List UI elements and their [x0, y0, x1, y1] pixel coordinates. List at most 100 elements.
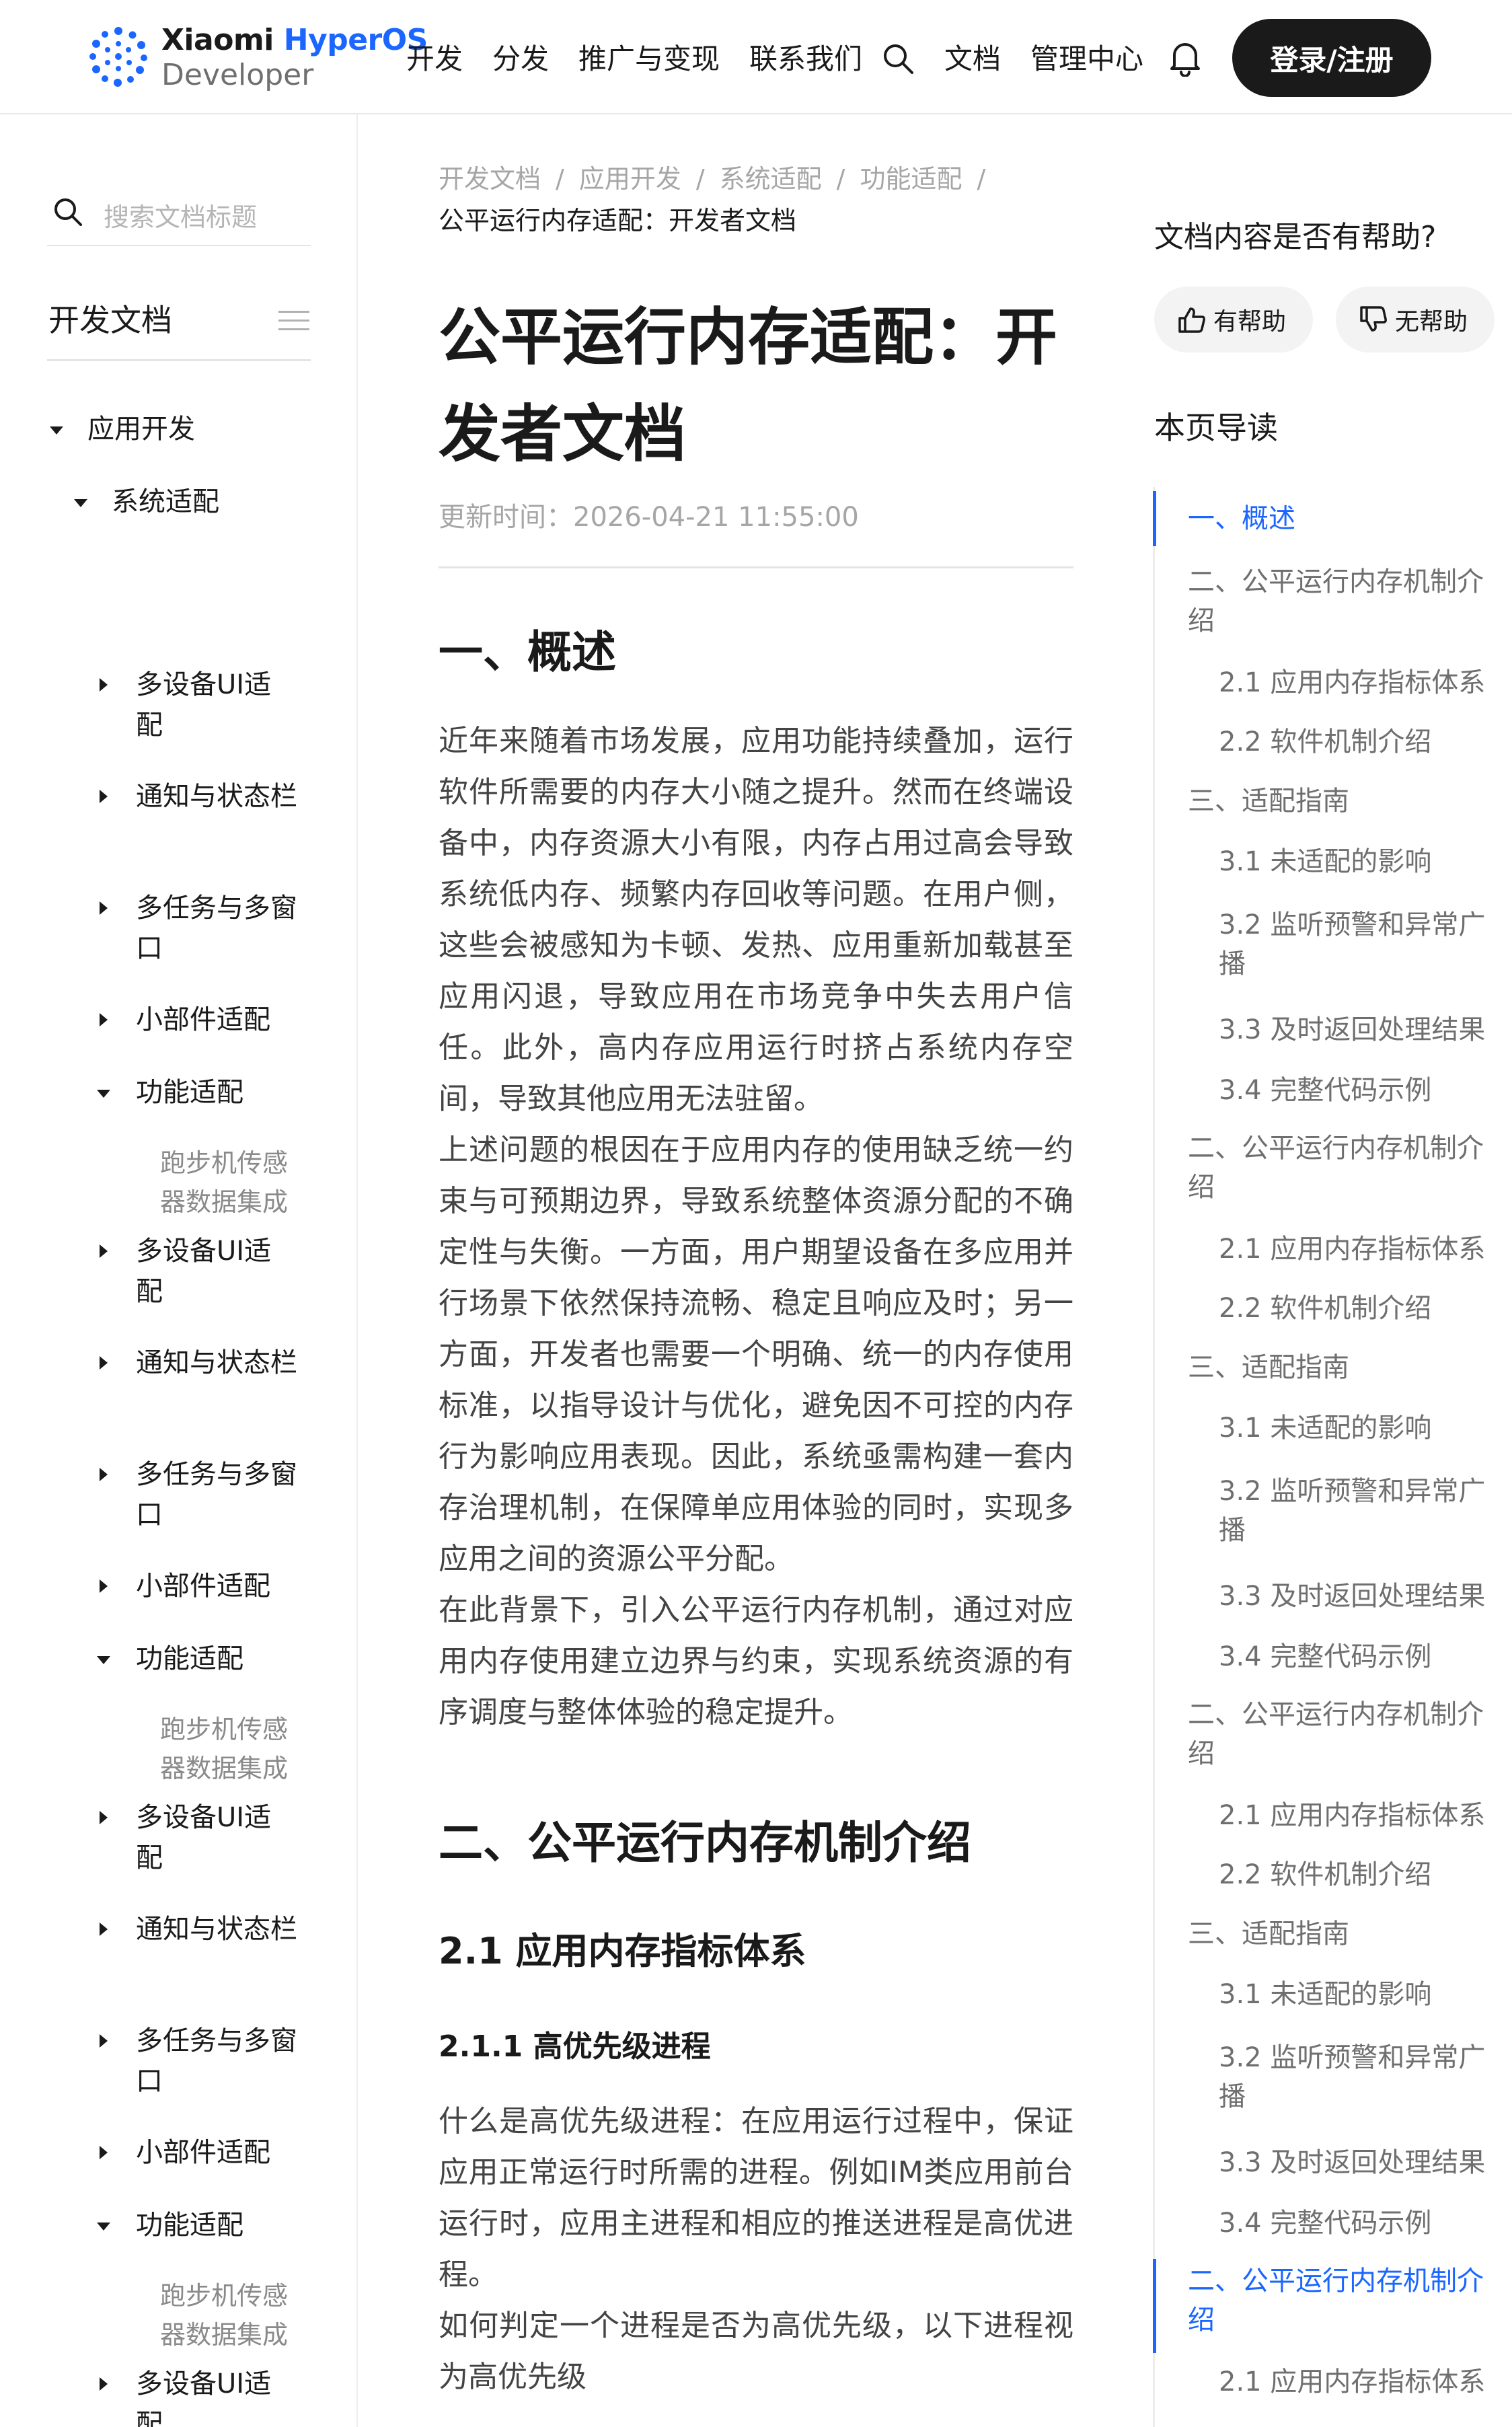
toc-item[interactable]: 三、适配指南	[1188, 1914, 1497, 1953]
paragraph: 如何判定一个进程是否为高优先级，以下进程视为高优先级	[439, 2309, 1073, 2394]
toc-item[interactable]: 3.1 未适配的影响	[1219, 1409, 1501, 1448]
tree-item[interactable]: 小部件适配	[136, 1000, 270, 1040]
tree-leaf[interactable]: 跑步机传感器数据集成认证	[160, 2276, 295, 2350]
tree-item[interactable]: 功能适配	[136, 1639, 243, 1679]
chevron-right-icon	[100, 1244, 108, 1258]
tree-item[interactable]: 通知与状态栏	[136, 776, 297, 817]
tree-item[interactable]: 小部件适配	[136, 2132, 270, 2173]
toc-item[interactable]: 2.1 应用内存指标体系	[1219, 1796, 1501, 1835]
chevron-right-icon	[100, 2034, 108, 2048]
tree-item-app-dev[interactable]: 应用开发	[87, 409, 195, 449]
helpful-question: 文档内容是否有帮助?	[1154, 220, 1437, 254]
tree-item[interactable]: 功能适配	[136, 1072, 243, 1113]
bell-icon[interactable]	[1168, 39, 1203, 77]
toc-item[interactable]: 2.2 软件机制介绍	[1219, 1855, 1501, 1894]
toc-item[interactable]: 3.4 完整代码示例	[1219, 1071, 1501, 1110]
login-register-button[interactable]: 登录/注册	[1232, 19, 1431, 97]
tree-item[interactable]: 通知与状态栏	[136, 1909, 297, 1949]
tree-item-system-adapt[interactable]: 系统适配	[112, 482, 219, 522]
chevron-right-icon	[100, 2146, 108, 2159]
chevron-right-icon	[100, 1811, 108, 1824]
nav-distribute[interactable]: 分发	[492, 36, 549, 77]
nav-develop[interactable]: 开发	[406, 36, 463, 77]
thumbs-up-icon	[1178, 307, 1205, 333]
title-divider	[439, 566, 1073, 568]
paragraph: 在此背景下，引入公平运行内存机制，通过对应用内存使用建立边界与约束，实现系统资源…	[439, 1593, 1073, 1729]
heading-overview: 一、概述	[439, 626, 616, 678]
toc-item[interactable]: 2.1 应用内存指标体系	[1219, 1230, 1501, 1269]
toc-item[interactable]: 二、公平运行内存机制介绍	[1188, 562, 1497, 640]
hyperos-logo-icon[interactable]	[86, 24, 151, 89]
menu-icon[interactable]	[278, 309, 309, 332]
toc-item[interactable]: 三、适配指南	[1188, 1348, 1497, 1387]
tree-item[interactable]: 多任务与多窗口	[136, 888, 297, 969]
main-nav: 开发 分发 推广与变现 联系我们	[406, 0, 892, 113]
tree-item[interactable]: 多设备UI适配	[136, 2364, 297, 2427]
tree-item[interactable]: 多任务与多窗口	[136, 1454, 297, 1535]
nav-console[interactable]: 管理中心	[1030, 36, 1143, 77]
logo-brand: Xiaomi	[161, 23, 274, 57]
chevron-down-icon	[97, 1656, 110, 1664]
toc-item[interactable]: 2.2 软件机制介绍	[1219, 722, 1501, 761]
toc-item[interactable]: 3.3 及时返回处理结果	[1219, 1010, 1501, 1049]
nav-contact[interactable]: 联系我们	[749, 36, 862, 77]
breadcrumb-item[interactable]: 功能适配	[860, 164, 962, 194]
chevron-right-icon	[100, 2377, 108, 2391]
toc-item-overview[interactable]: 一、概述	[1188, 499, 1497, 538]
not-helpful-button[interactable]: 无帮助	[1336, 287, 1495, 352]
heading-memory-index: 2.1 应用内存指标体系	[439, 1930, 806, 1972]
toc-item[interactable]: 二、公平运行内存机制介绍	[1188, 1695, 1497, 1773]
breadcrumb-current: 公平运行内存适配：开发者文档	[439, 206, 797, 235]
chevron-right-icon	[100, 1356, 108, 1370]
breadcrumb-item[interactable]: 开发文档	[439, 164, 541, 194]
toc-item[interactable]: 3.4 完整代码示例	[1219, 2204, 1501, 2243]
heading-mechanism: 二、公平运行内存机制介绍	[439, 1817, 971, 1869]
tree-item[interactable]: 多任务与多窗口	[136, 2021, 297, 2101]
toc-item[interactable]: 二、公平运行内存机制介绍	[1188, 1129, 1497, 1207]
tree-item[interactable]: 通知与状态栏	[136, 1343, 297, 1383]
secondary-nav: 文档 管理中心	[944, 0, 1173, 113]
toc-item[interactable]: 3.4 完整代码示例	[1219, 1637, 1501, 1676]
toc-item[interactable]: 3.2 监听预警和异常广播	[1219, 2038, 1501, 2116]
helpful-button[interactable]: 有帮助	[1154, 287, 1313, 352]
tree-item[interactable]: 多设备UI适配	[136, 1797, 297, 1878]
search-placeholder: 搜索文档标题	[104, 202, 258, 232]
tree-leaf[interactable]: 跑步机传感器数据集成认证	[160, 1144, 295, 1218]
toc-rail	[1153, 487, 1155, 2427]
toc-item[interactable]: 3.2 监听预警和异常广播	[1219, 1472, 1501, 1550]
breadcrumb-item[interactable]: 应用开发	[579, 164, 681, 194]
chevron-down-icon	[97, 1090, 110, 1098]
sidebar-search[interactable]: 搜索文档标题	[47, 179, 311, 246]
not-helpful-label: 无帮助	[1395, 308, 1468, 336]
tree-leaf[interactable]: 跑步机传感器数据集成认证	[160, 1710, 295, 1784]
toc-item[interactable]: 三、适配指南	[1188, 782, 1497, 821]
toc-item[interactable]: 3.1 未适配的影响	[1219, 1975, 1501, 2014]
toc-item[interactable]: 3.1 未适配的影响	[1219, 842, 1501, 881]
toc-item[interactable]: 2.1 应用内存指标体系	[1219, 663, 1501, 702]
toc-item[interactable]: 3.3 及时返回处理结果	[1219, 1577, 1501, 1616]
toc-item[interactable]: 3.2 监听预警和异常广播	[1219, 905, 1501, 983]
tree-item[interactable]: 小部件适配	[136, 1566, 270, 1606]
paragraph: 什么是高优先级进程：在应用运行过程中，保证应用正常运行时所需的进程。例如IM类应…	[439, 2104, 1073, 2292]
chevron-down-icon	[50, 426, 63, 435]
breadcrumb-item[interactable]: 系统适配	[720, 164, 822, 194]
paragraph: 上述问题的根因在于应用内存的使用缺乏统一约束与可预期边界，导致系统整体资源分配的…	[439, 1133, 1073, 1576]
search-icon[interactable]	[881, 42, 915, 75]
nav-docs[interactable]: 文档	[944, 36, 1001, 77]
tree-item[interactable]: 功能适配	[136, 2205, 243, 2245]
toc-item[interactable]: 3.3 及时返回处理结果	[1219, 2143, 1501, 2182]
toc-title: 本页导读	[1154, 410, 1278, 446]
logo-sub: Developer	[161, 58, 314, 92]
logo-wordmark[interactable]: Xiaomi HyperOS Developer	[161, 26, 428, 90]
tree-item[interactable]: 多设备UI适配	[136, 665, 297, 745]
search-icon	[54, 198, 82, 226]
toc-active-indicator	[1153, 491, 1156, 546]
toc-item[interactable]: 2.1 应用内存指标体系	[1219, 2362, 1501, 2401]
nav-promote[interactable]: 推广与变现	[578, 36, 720, 77]
chevron-right-icon	[100, 678, 108, 692]
updated-time: 更新时间：2026-04-21 11:55:00	[439, 502, 859, 533]
toc-item[interactable]: 二、公平运行内存机制介绍	[1188, 2262, 1497, 2340]
paragraph: 近年来随着市场发展，应用功能持续叠加，运行软件所需要的内存大小随之提升。然而在终…	[439, 724, 1073, 1116]
toc-item[interactable]: 2.2 软件机制介绍	[1219, 1289, 1501, 1328]
tree-item[interactable]: 多设备UI适配	[136, 1231, 297, 1312]
